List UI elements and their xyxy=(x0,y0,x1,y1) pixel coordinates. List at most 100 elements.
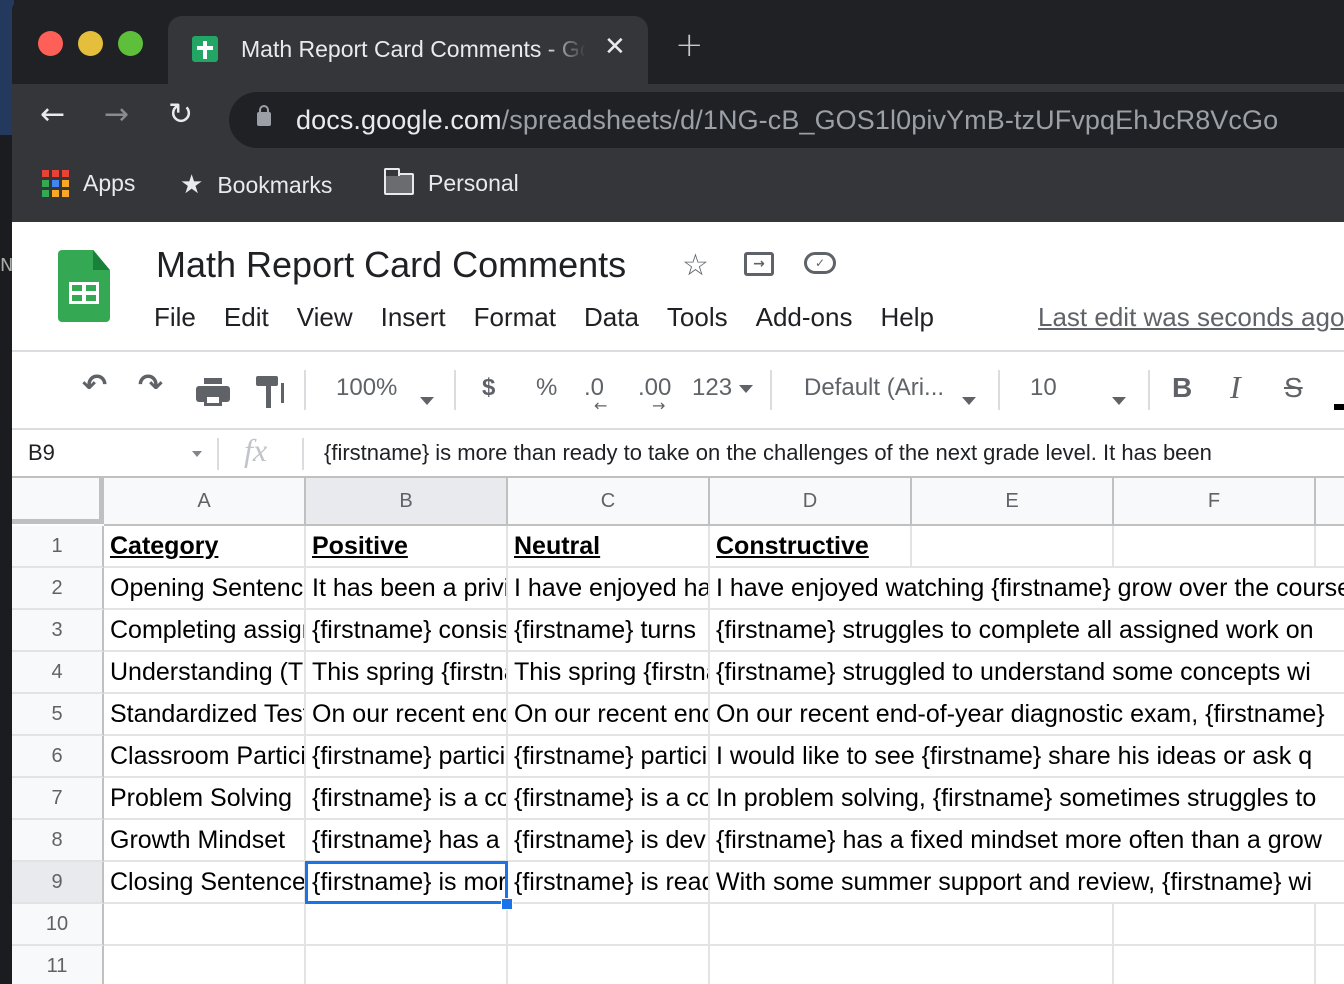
row-header-1[interactable]: 1 xyxy=(12,526,104,568)
forward-arrow-icon[interactable]: → xyxy=(104,100,129,130)
maximize-window-button[interactable] xyxy=(118,31,143,56)
cell-g1[interactable] xyxy=(1316,526,1344,568)
cell-d1[interactable]: Constructive xyxy=(710,526,912,568)
column-header-d[interactable]: D xyxy=(710,478,912,526)
minimize-window-button[interactable] xyxy=(78,31,103,56)
cell-b8[interactable]: {firstname} has a xyxy=(306,820,508,862)
zoom-select[interactable]: 100% xyxy=(336,374,397,402)
print-icon[interactable] xyxy=(196,378,230,406)
paint-format-icon[interactable] xyxy=(256,376,284,410)
text-color-indicator[interactable] xyxy=(1334,404,1344,410)
cell-c8[interactable]: {firstname} is dev xyxy=(508,820,710,862)
font-caret-icon[interactable] xyxy=(962,386,976,414)
browser-tab[interactable]: Math Report Card Comments - Google Sheet… xyxy=(168,16,648,84)
cell-a6[interactable]: Classroom Participation xyxy=(104,736,306,778)
move-to-folder-icon[interactable]: → xyxy=(744,252,774,276)
font-size-select[interactable]: 10 xyxy=(1030,374,1057,402)
doc-title[interactable]: Math Report Card Comments xyxy=(156,244,626,286)
sheets-logo-icon[interactable] xyxy=(58,250,110,322)
cloud-saved-icon[interactable]: ✓ xyxy=(804,252,836,274)
cell-a5[interactable]: Standardized Tests xyxy=(104,694,306,736)
menu-insert[interactable]: Insert xyxy=(367,302,460,333)
bookmark-personal[interactable]: Personal xyxy=(384,167,519,197)
column-header-e[interactable]: E xyxy=(912,478,1114,526)
cell-a7[interactable]: Problem Solving xyxy=(104,778,306,820)
row-header-2[interactable]: 2 xyxy=(12,568,104,610)
cell-d10[interactable] xyxy=(710,904,1344,946)
cell-b7[interactable]: {firstname} is a con xyxy=(306,778,508,820)
menu-data[interactable]: Data xyxy=(570,302,653,333)
row-header-3[interactable]: 3 xyxy=(12,610,104,652)
cell-a8[interactable]: Growth Mindset xyxy=(104,820,306,862)
menu-tools[interactable]: Tools xyxy=(653,302,742,333)
font-family-select[interactable]: Default (Ari... xyxy=(804,374,944,402)
row-header-8[interactable]: 8 xyxy=(12,820,104,862)
more-formats-button[interactable]: 123 xyxy=(692,374,753,402)
cell-d8[interactable]: {firstname} has a fixed mindset more oft… xyxy=(710,820,1344,862)
column-header-a[interactable]: A xyxy=(104,478,306,526)
cell-b10[interactable] xyxy=(306,904,508,946)
url-text[interactable]: docs.google.com/spreadsheets/d/1NG-cB_GO… xyxy=(296,105,1278,136)
cell-c7[interactable]: {firstname} is a con xyxy=(508,778,710,820)
cell-c3[interactable]: {firstname} turns xyxy=(508,610,710,652)
cell-a2[interactable]: Opening Sentence xyxy=(104,568,306,610)
undo-icon[interactable]: ↶ xyxy=(82,368,107,403)
strikethrough-button[interactable]: S xyxy=(1284,372,1303,404)
cell-a10[interactable] xyxy=(104,904,306,946)
cell-b6[interactable]: {firstname} participates xyxy=(306,736,508,778)
cell-a3[interactable]: Completing assignments xyxy=(104,610,306,652)
cell-c4[interactable]: This spring {firstname} xyxy=(508,652,710,694)
bold-button[interactable]: B xyxy=(1172,372,1192,404)
menu-file[interactable]: File xyxy=(154,302,210,333)
row-header-7[interactable]: 7 xyxy=(12,778,104,820)
zoom-caret-icon[interactable] xyxy=(420,386,434,414)
percent-format-button[interactable]: % xyxy=(536,374,557,402)
close-icon[interactable]: ✕ xyxy=(604,32,626,62)
font-size-caret-icon[interactable] xyxy=(1112,386,1126,414)
close-window-button[interactable] xyxy=(38,31,63,56)
cell-c6[interactable]: {firstname} participates xyxy=(508,736,710,778)
cell-d9[interactable]: With some summer support and review, {fi… xyxy=(710,862,1344,904)
increase-decimal-button[interactable]: .00 → xyxy=(638,374,671,415)
name-box[interactable]: B9 xyxy=(28,440,55,466)
row-header-5[interactable]: 5 xyxy=(12,694,104,736)
row-header-4[interactable]: 4 xyxy=(12,652,104,694)
fill-handle[interactable] xyxy=(501,898,513,910)
cell-c10[interactable] xyxy=(508,904,710,946)
plus-icon[interactable]: + xyxy=(675,28,704,62)
cell-f1[interactable] xyxy=(1114,526,1316,568)
back-arrow-icon[interactable]: ← xyxy=(40,100,65,130)
column-header-g[interactable] xyxy=(1316,478,1344,526)
cell-d6[interactable]: I would like to see {firstname} share hi… xyxy=(710,736,1344,778)
menu-format[interactable]: Format xyxy=(460,302,570,333)
column-header-c[interactable]: C xyxy=(508,478,710,526)
menu-add-ons[interactable]: Add-ons xyxy=(742,302,867,333)
cell-a1[interactable]: Category xyxy=(104,526,306,568)
cell-b2[interactable]: It has been a privilege xyxy=(306,568,508,610)
redo-icon[interactable]: ↷ xyxy=(138,368,163,403)
decrease-decimal-button[interactable]: .0 ← xyxy=(584,374,607,415)
row-header-6[interactable]: 6 xyxy=(12,736,104,778)
cell-c1[interactable]: Neutral xyxy=(508,526,710,568)
menu-view[interactable]: View xyxy=(283,302,367,333)
cell-c2[interactable]: I have enjoyed having xyxy=(508,568,710,610)
italic-button[interactable]: I xyxy=(1230,369,1241,406)
cell-b1[interactable]: Positive xyxy=(306,526,508,568)
cell-e1[interactable] xyxy=(912,526,1114,568)
bookmark-apps[interactable]: Apps xyxy=(42,170,135,197)
bookmark-bookmarks[interactable]: ★ Bookmarks xyxy=(180,170,332,200)
row-header-9[interactable]: 9 xyxy=(12,862,104,904)
star-icon[interactable]: ☆ xyxy=(682,248,709,283)
cell-c11[interactable] xyxy=(508,946,710,984)
menu-help[interactable]: Help xyxy=(866,302,947,333)
cell-a4[interactable]: Understanding (T xyxy=(104,652,306,694)
cell-b4[interactable]: This spring {firstname} xyxy=(306,652,508,694)
column-header-f[interactable]: F xyxy=(1114,478,1316,526)
cell-d5[interactable]: On our recent end-of-year diagnostic exa… xyxy=(710,694,1344,736)
cell-a11[interactable] xyxy=(104,946,306,984)
menu-edit[interactable]: Edit xyxy=(210,302,283,333)
last-edit-link[interactable]: Last edit was seconds ago xyxy=(1038,302,1344,333)
select-all-corner[interactable] xyxy=(12,478,104,524)
cell-a9[interactable]: Closing Sentence xyxy=(104,862,306,904)
currency-format-button[interactable]: $ xyxy=(482,374,495,402)
